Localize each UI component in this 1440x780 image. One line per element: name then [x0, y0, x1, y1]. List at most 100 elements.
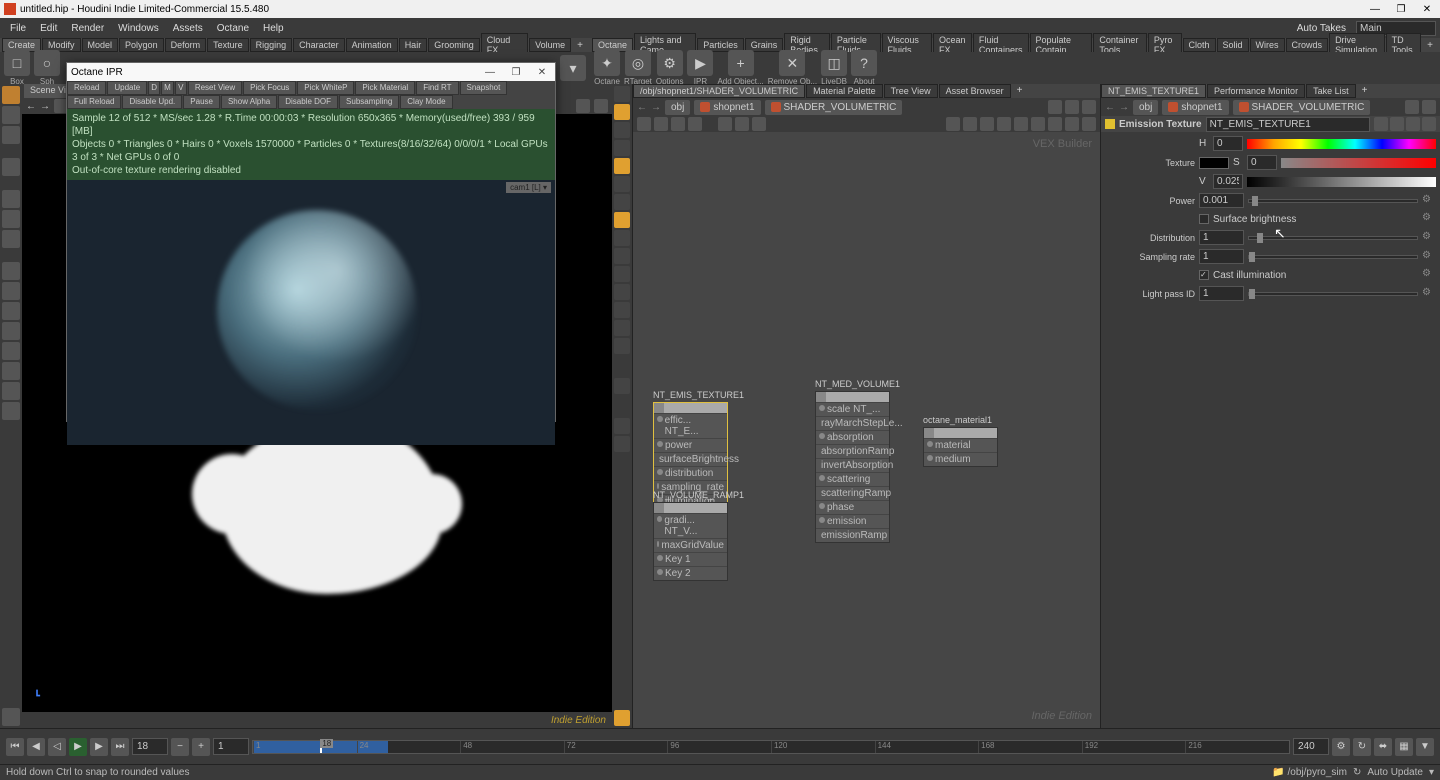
- start-frame-field[interactable]: [213, 738, 249, 755]
- menu-file[interactable]: File: [4, 21, 32, 36]
- tool-icon[interactable]: [2, 342, 20, 360]
- shelf-add-button[interactable]: +: [572, 39, 588, 52]
- about-icon[interactable]: ?: [851, 50, 877, 76]
- nav-fwd-icon[interactable]: →: [1119, 102, 1129, 113]
- cast-illumination-checkbox[interactable]: [1199, 270, 1209, 280]
- menu-assets[interactable]: Assets: [167, 21, 209, 36]
- node-volume-ramp[interactable]: gradi... NT_V... maxGridValue Key 1 Key …: [653, 502, 728, 581]
- net-tool-icon[interactable]: [1031, 117, 1045, 131]
- lock-icon[interactable]: [614, 104, 630, 120]
- shelf-tab[interactable]: Hair: [399, 38, 428, 52]
- distribution-field[interactable]: [1199, 230, 1244, 245]
- vp-tool-icon[interactable]: [614, 436, 630, 452]
- shelf-tab[interactable]: Cloth: [1183, 38, 1216, 52]
- last-frame-button[interactable]: ⏭: [111, 738, 129, 756]
- tool-icon[interactable]: [2, 126, 20, 144]
- shelf-tab[interactable]: Character: [293, 38, 345, 52]
- vp-tool-icon[interactable]: [614, 284, 630, 300]
- vp-tool-icon[interactable]: [614, 378, 630, 394]
- gear-icon[interactable]: ⚙: [1422, 212, 1436, 226]
- net-tool-icon[interactable]: [963, 117, 977, 131]
- gear-icon[interactable]: [1082, 100, 1096, 114]
- ipr-maximize-button[interactable]: ❐: [507, 67, 525, 78]
- current-frame-field[interactable]: [132, 738, 168, 755]
- net-tool-icon[interactable]: [688, 117, 702, 131]
- ipr-button[interactable]: Reload: [67, 81, 106, 95]
- tool-icon[interactable]: [2, 230, 20, 248]
- find-icon[interactable]: [1065, 100, 1079, 114]
- tool-icon[interactable]: [2, 282, 20, 300]
- net-tool-icon[interactable]: [980, 117, 994, 131]
- color-swatch[interactable]: [1199, 157, 1229, 169]
- vp-tool-icon[interactable]: [594, 99, 608, 113]
- path-seg[interactable]: obj: [1133, 100, 1158, 115]
- tool-icon[interactable]: [2, 106, 20, 124]
- vp-tool-icon[interactable]: [614, 710, 630, 726]
- shelf-tab[interactable]: Wires: [1250, 38, 1285, 52]
- ipr-button[interactable]: Update: [107, 81, 147, 95]
- status-path[interactable]: 📁 /obj/pyro_sim: [1272, 767, 1347, 778]
- hue-slider[interactable]: [1247, 139, 1436, 149]
- frame-plus-button[interactable]: +: [192, 738, 210, 756]
- vp-tool-icon[interactable]: [614, 418, 630, 434]
- menu-windows[interactable]: Windows: [112, 21, 165, 36]
- net-tool-icon[interactable]: [946, 117, 960, 131]
- arrow-tool-icon[interactable]: [2, 158, 20, 176]
- ipr-button[interactable]: Reset View: [188, 81, 242, 95]
- ipr-button[interactable]: V: [175, 81, 187, 95]
- remove-object-icon[interactable]: ✕: [779, 50, 805, 76]
- menu-octane[interactable]: Octane: [211, 21, 255, 36]
- shelf-tab[interactable]: Polygon: [119, 38, 164, 52]
- info-icon[interactable]: [1406, 117, 1420, 131]
- gear-icon[interactable]: ⚙: [1422, 194, 1436, 208]
- light-pass-id-field[interactable]: [1199, 286, 1244, 301]
- first-frame-button[interactable]: ⏮: [6, 738, 24, 756]
- param-tool-icon[interactable]: [1374, 117, 1388, 131]
- ipr-button[interactable]: D: [148, 81, 160, 95]
- net-tab[interactable]: Material Palette: [806, 84, 883, 98]
- dropdown-icon[interactable]: ▾: [1429, 767, 1434, 778]
- network-canvas[interactable]: VEX Builder Indie Edition NT_EMIS_TEXTUR…: [633, 132, 1100, 728]
- tab-add-button[interactable]: +: [1357, 84, 1373, 98]
- nav-back-icon[interactable]: ←: [1105, 102, 1115, 113]
- nav-fwd-icon[interactable]: →: [40, 101, 50, 112]
- close-button[interactable]: ✕: [1418, 4, 1436, 15]
- path-seg[interactable]: shopnet1: [1162, 100, 1228, 115]
- gear-icon[interactable]: ⚙: [1422, 231, 1436, 245]
- menu-edit[interactable]: Edit: [34, 21, 63, 36]
- surface-brightness-checkbox[interactable]: [1199, 214, 1209, 224]
- timeline-tool-icon[interactable]: ▦: [1395, 738, 1413, 756]
- play-back-button[interactable]: ◁: [48, 738, 66, 756]
- ipr-titlebar[interactable]: Octane IPR — ❐ ✕: [67, 63, 555, 81]
- shelf-tab[interactable]: Texture: [207, 38, 249, 52]
- gear-icon[interactable]: ⚙: [1422, 287, 1436, 301]
- param-tab[interactable]: NT_EMIS_TEXTURE1: [1101, 84, 1206, 98]
- options-icon[interactable]: ⚙: [657, 50, 683, 76]
- ipr-button[interactable]: Disable DOF: [278, 95, 338, 109]
- shelf-tab[interactable]: Rigging: [250, 38, 293, 52]
- add-object-icon[interactable]: +: [728, 50, 754, 76]
- tool-icon[interactable]: [2, 262, 20, 280]
- tab-add-button[interactable]: +: [1012, 84, 1028, 98]
- vp-tool-icon[interactable]: [614, 86, 630, 102]
- tool-icon[interactable]: [2, 322, 20, 340]
- node-octane-material[interactable]: material medium: [923, 427, 998, 467]
- tool-icon[interactable]: [2, 362, 20, 380]
- shelf-dropdown-icon[interactable]: ▾: [560, 55, 586, 81]
- nav-fwd-icon[interactable]: →: [651, 102, 661, 113]
- ipr-render-view[interactable]: cam1 [L] ▾: [67, 180, 555, 445]
- tool-icon[interactable]: [2, 708, 20, 726]
- shelf-tab[interactable]: Solid: [1217, 38, 1249, 52]
- node-med-volume[interactable]: scale NT_... rayMarchStepLe... absorptio…: [815, 391, 890, 543]
- light-icon[interactable]: [614, 158, 630, 174]
- ipr-button[interactable]: M: [161, 81, 174, 95]
- shelf-tab[interactable]: Volume: [529, 38, 571, 52]
- help-icon[interactable]: [1422, 117, 1436, 131]
- nav-back-icon[interactable]: ←: [637, 102, 647, 113]
- vp-tool-icon[interactable]: [614, 320, 630, 336]
- sampling-rate-slider[interactable]: [1248, 255, 1418, 259]
- ipr-button[interactable]: Full Reload: [67, 95, 121, 109]
- livedb-icon[interactable]: ◫: [821, 50, 847, 76]
- net-tab[interactable]: Tree View: [884, 84, 938, 98]
- tool-icon[interactable]: [2, 190, 20, 208]
